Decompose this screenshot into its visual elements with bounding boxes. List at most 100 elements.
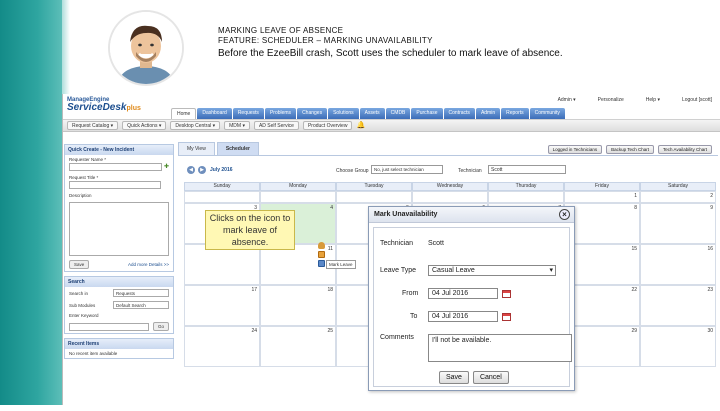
calendar-day[interactable]: [336, 191, 412, 203]
tab-cmdb[interactable]: CMDB: [385, 108, 411, 119]
calendar-day[interactable]: 16: [640, 244, 716, 285]
choose-group-label: Choose Group: [336, 168, 369, 174]
technician-value: Scott: [428, 240, 444, 247]
calendar-day[interactable]: [184, 191, 260, 203]
calendar-day[interactable]: 23: [640, 285, 716, 326]
slide-title-line1: MARKING LEAVE OF ABSENCE: [218, 26, 344, 35]
calendar-day[interactable]: 18: [260, 285, 336, 326]
logo-plus: plus: [126, 105, 141, 112]
add-more-details-link[interactable]: Add more Details >>: [128, 262, 169, 267]
request-catalog-button[interactable]: Request Catalog ▾: [67, 121, 119, 130]
technician-icon[interactable]: [318, 242, 325, 249]
tab-my-view[interactable]: My View: [178, 142, 215, 155]
bell-icon[interactable]: 🔔: [356, 121, 365, 130]
calendar-day[interactable]: 25: [260, 326, 336, 367]
sub-modules-select[interactable]: Default Search: [113, 301, 169, 309]
requester-label: Requester Name *: [69, 157, 107, 162]
logout-link[interactable]: Logout [scott]: [682, 97, 712, 103]
from-date-input[interactable]: 04 Jul 2016: [428, 288, 498, 299]
slide-header: MARKING LEAVE OF ABSENCE FEATURE: SCHEDU…: [218, 26, 563, 59]
logged-in-technicians-button[interactable]: Logged in Technicians: [547, 145, 603, 154]
next-month-icon[interactable]: ▶: [198, 166, 206, 174]
tech-availability-chart-button[interactable]: Tech Availability Chart: [658, 145, 712, 154]
tab-assets[interactable]: Assets: [359, 108, 385, 119]
tab-reports[interactable]: Reports: [501, 108, 529, 119]
calendar-day[interactable]: 9: [640, 203, 716, 244]
requester-lookup-icon[interactable]: ✚: [164, 163, 169, 171]
calendar-day[interactable]: [260, 191, 336, 203]
to-date-input[interactable]: 04 Jul 2016: [428, 311, 498, 322]
mark-unavailability-dialog: Mark Unavailability × Technician Scott L…: [368, 206, 575, 391]
calendar-day[interactable]: 15: [564, 244, 640, 285]
tab-purchase[interactable]: Purchase: [411, 108, 443, 119]
leave-type-row: Leave Type Casual Leave: [380, 265, 556, 276]
personalize-link[interactable]: Personalize: [598, 97, 624, 103]
calendar-day[interactable]: 8: [564, 203, 640, 244]
prev-month-icon[interactable]: ◀: [187, 166, 195, 174]
calendar-day[interactable]: 24: [184, 326, 260, 367]
calendar-day[interactable]: [488, 191, 564, 203]
description-textarea[interactable]: [69, 202, 169, 256]
day-tuesday: Tuesday: [336, 182, 412, 191]
admin-menu[interactable]: Admin ▾: [558, 97, 576, 103]
search-in-select[interactable]: Requests: [113, 289, 169, 297]
technician-filter-select[interactable]: Scott: [488, 165, 566, 174]
from-calendar-icon[interactable]: [502, 289, 511, 298]
day-thursday: Thursday: [488, 182, 564, 191]
tab-changes[interactable]: Changes: [297, 108, 328, 119]
cancel-button[interactable]: Cancel: [472, 371, 509, 384]
day-names: Sunday Monday Tuesday Wednesday Thursday…: [184, 182, 718, 191]
close-icon[interactable]: ×: [559, 209, 570, 220]
tab-dashboard[interactable]: Dashboard: [197, 108, 232, 119]
tab-home[interactable]: Home: [171, 108, 197, 119]
recent-items-box: Recent Items No recent item available: [64, 338, 174, 359]
backup-tech-chart-button[interactable]: Backup Tech Chart: [606, 145, 655, 154]
calendar-day[interactable]: 17: [184, 285, 260, 326]
search-go-button[interactable]: Go: [152, 322, 169, 331]
to-calendar-icon[interactable]: [502, 312, 511, 321]
calendar-day[interactable]: 30: [640, 326, 716, 367]
tab-admin[interactable]: Admin: [475, 108, 501, 119]
to-label: To: [410, 313, 418, 320]
logo-product: ServiceDesk: [67, 102, 127, 113]
save-button[interactable]: Save: [439, 371, 469, 384]
leave-type-label: Leave Type: [380, 267, 417, 274]
help-menu[interactable]: Help ▾: [646, 97, 660, 103]
tab-scheduler[interactable]: Scheduler: [216, 142, 259, 155]
calendar-day[interactable]: 29: [564, 326, 640, 367]
comments-textarea[interactable]: I'll not be available.: [428, 334, 572, 362]
keyword-input[interactable]: [69, 322, 149, 331]
desktop-central-button[interactable]: Desktop Central ▾: [170, 121, 221, 130]
calendar-day[interactable]: [412, 191, 488, 203]
tab-community[interactable]: Community: [529, 108, 565, 119]
keyword-label: Enter Keyword: [69, 313, 99, 318]
day-saturday: Saturday: [640, 182, 716, 191]
from-label: From: [402, 290, 419, 297]
calendar-icon[interactable]: [318, 260, 325, 267]
calendar-header: ◀ ▶ July 2016 Choose Group No, just sele…: [178, 156, 718, 178]
recent-items-title: Recent Items: [65, 339, 173, 349]
calendar-day[interactable]: 2: [640, 191, 716, 203]
calendar-day[interactable]: 1: [564, 191, 640, 203]
day-friday: Friday: [564, 182, 640, 191]
requester-input[interactable]: [69, 163, 162, 171]
tab-contracts[interactable]: Contracts: [443, 108, 475, 119]
ad-self-service-button[interactable]: AD Self Service: [253, 121, 299, 130]
tab-problems[interactable]: Problems: [264, 108, 297, 119]
choose-group-select[interactable]: No, just select technician: [371, 165, 443, 174]
to-row: To 04 Jul 2016: [410, 311, 511, 322]
comments-row: Comments I'll not be available.: [380, 334, 572, 362]
calendar-day[interactable]: 10: [184, 244, 260, 285]
mdm-button[interactable]: MDM ▾: [224, 121, 250, 130]
tab-requests[interactable]: Requests: [232, 108, 264, 119]
mark-leave-icon[interactable]: [318, 251, 325, 258]
request-title-input[interactable]: [69, 181, 161, 189]
tab-solutions[interactable]: Solutions: [328, 108, 359, 119]
calendar-day[interactable]: 22: [564, 285, 640, 326]
day-monday: Monday: [260, 182, 336, 191]
quick-actions-button[interactable]: Quick Actions ▾: [122, 121, 167, 130]
dialog-body: Technician Scott Leave Type Casual Leave…: [373, 227, 572, 387]
product-overview-button[interactable]: Product Overview: [302, 121, 353, 130]
quick-create-save-button[interactable]: Save: [69, 260, 90, 269]
leave-type-select[interactable]: Casual Leave: [428, 265, 556, 276]
